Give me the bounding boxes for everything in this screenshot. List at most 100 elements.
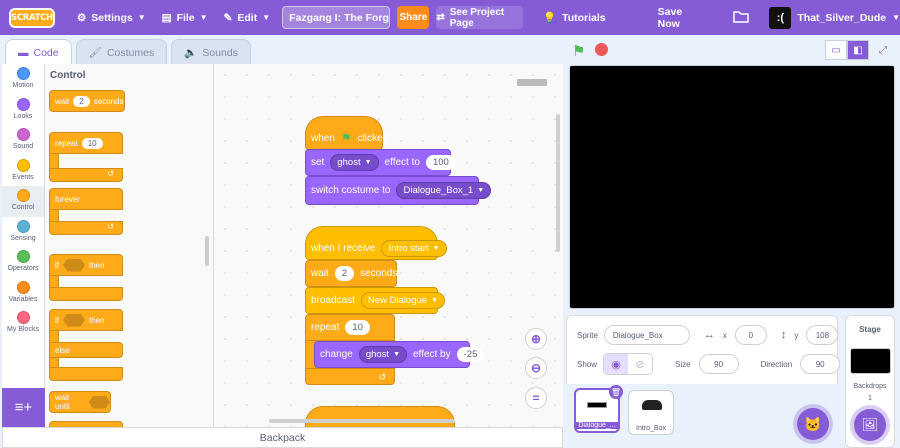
script-area[interactable]: when ⚑ clicked set ghost ▼ effect to 100 … [214, 64, 563, 427]
effect-dropdown[interactable]: ghost ▼ [330, 154, 379, 171]
save-now-button[interactable]: Save Now [658, 6, 700, 30]
set-effect-block[interactable]: set ghost ▼ effect to 100 [305, 149, 456, 176]
stage-canvas[interactable] [569, 65, 895, 309]
green-flag-icon: ⚑ [572, 43, 586, 60]
visibility-toggle: ◉ ⊘ [603, 353, 654, 375]
category-sound[interactable]: Sound [2, 125, 44, 156]
small-stage-button[interactable]: ▭ [825, 40, 847, 60]
category-looks[interactable]: Looks [2, 95, 44, 126]
caret-down-icon: ▼ [432, 244, 440, 252]
tab-costumes[interactable]: 🖌 Costumes [75, 39, 168, 65]
zoom-reset-button[interactable]: = [525, 387, 547, 409]
change-value-input[interactable]: -25 [456, 347, 485, 362]
stage-target-panel[interactable]: Stage Backdrops 1 🖼 [845, 315, 895, 448]
hide-eye-icon[interactable]: ⊘ [628, 354, 652, 374]
backpack-bar[interactable]: Backpack [2, 427, 563, 448]
palette-wait-block[interactable]: wait 2 seconds [49, 90, 125, 112]
direction-input[interactable]: 90 [800, 354, 841, 374]
sprite-name-input[interactable]: Dialogue_Box [603, 325, 690, 345]
wait-value-input[interactable]: 2 [334, 266, 355, 281]
tutorials-button[interactable]: 💡 Tutorials [543, 11, 606, 25]
category-sensing[interactable]: Sensing [2, 217, 44, 248]
stop-button[interactable] [595, 43, 608, 56]
boolean-slot[interactable] [63, 258, 85, 272]
tab-sounds[interactable]: 🔈 Sounds [171, 39, 251, 65]
palette-repeat-block[interactable]: repeat 10 [49, 132, 123, 154]
username: That_Silver_Dude [797, 11, 887, 24]
palette-scrollbar[interactable] [205, 236, 209, 266]
effect-value-input[interactable]: 100 [425, 155, 456, 170]
palette-if-else-block[interactable]: if then [49, 309, 123, 331]
stage-target-title: Stage [859, 325, 881, 334]
when-i-receive-block[interactable]: when I receive Intro start ▼ [305, 226, 447, 260]
edit-menu[interactable]: ✎ Edit ▼ [216, 0, 279, 35]
y-input[interactable]: 108 [806, 325, 839, 345]
palette-if-then-block[interactable]: if then [49, 254, 123, 276]
project-title-input[interactable]: Fazgang I: The Forgotten ... [282, 6, 391, 29]
palette-title: Control [50, 70, 86, 81]
see-project-page-button[interactable]: ⇄ See Project Page [436, 6, 523, 29]
settings-menu[interactable]: ⚙ Settings ▼ [69, 0, 154, 35]
add-extension-button[interactable]: ≡+ [2, 388, 45, 427]
direction-label: Direction [760, 359, 793, 369]
wait-block[interactable]: wait 2 seconds [305, 260, 397, 287]
costume-dropdown[interactable]: Dialogue_Box_1 ▼ [396, 182, 492, 199]
zoom-out-button[interactable]: ⊖ [525, 357, 547, 379]
x-input[interactable]: 0 [734, 325, 767, 345]
palette-forever-block[interactable]: forever [49, 188, 123, 210]
category-motion[interactable]: Motion [2, 64, 44, 95]
partial-hat-block[interactable] [305, 406, 455, 427]
block-label: if [55, 260, 59, 270]
trash-icon[interactable]: 🗑 [609, 385, 623, 399]
add-backdrop-button[interactable]: 🖼 [854, 409, 886, 441]
sprite-thumb-intro-box[interactable]: Intro_Box [628, 390, 674, 435]
category-control[interactable]: Control [2, 186, 44, 217]
repeat-value-input[interactable]: 10 [345, 320, 370, 335]
block-value[interactable]: 10 [81, 137, 103, 149]
user-avatar: :( [769, 6, 792, 29]
switch-costume-block[interactable]: switch costume to Dialogue_Box_1 ▼ [305, 176, 492, 205]
script-area-label [517, 79, 547, 86]
my-stuff-folder-icon[interactable] [733, 10, 750, 26]
equals-icon: = [532, 391, 540, 405]
repeat-block[interactable]: repeat 10 [305, 314, 395, 341]
block-value[interactable]: 2 [73, 95, 90, 107]
broadcast-dropdown[interactable]: New Dialogue ▼ [360, 292, 446, 309]
block-palette: Control wait 2 seconds repeat 10 ↺ forev… [45, 64, 214, 427]
sensing-dot-icon [16, 219, 30, 233]
code-icon: ▬ [18, 46, 29, 59]
add-sprite-button[interactable]: 🐱 [797, 408, 829, 440]
show-eye-icon[interactable]: ◉ [604, 354, 629, 374]
scratch-logo[interactable]: SCRATCH [9, 7, 55, 28]
boolean-slot[interactable] [88, 395, 110, 409]
change-effect-block[interactable]: change ghost ▼ effect by -25 [314, 341, 485, 368]
message-dropdown[interactable]: Intro start ▼ [381, 239, 447, 257]
block-label: seconds [93, 96, 124, 106]
script-horizontal-scrollbar[interactable] [269, 419, 455, 423]
tab-code[interactable]: ▬ Code [5, 39, 72, 65]
category-events[interactable]: Events [2, 156, 44, 187]
normal-stage-button[interactable]: ◧ [847, 40, 869, 60]
file-menu[interactable]: ▤ File ▼ [154, 0, 216, 35]
lightbulb-icon: 💡 [543, 12, 557, 24]
category-operators[interactable]: Operators [2, 247, 44, 278]
fullscreen-button[interactable]: ⤢ [872, 40, 894, 60]
palette-wait-until-block[interactable]: wait until [49, 391, 111, 413]
category-variables[interactable]: Variables [2, 278, 44, 309]
sprite-thumb-dialogue-box[interactable]: Dialogue_... 🗑 [574, 385, 623, 433]
when-flag-clicked-block[interactable]: when ⚑ clicked [305, 116, 388, 150]
effect-dropdown[interactable]: ghost ▼ [358, 346, 407, 363]
size-input[interactable]: 90 [698, 354, 739, 374]
account-menu[interactable]: :( That_Silver_Dude ▼ [769, 6, 900, 29]
broadcast-block[interactable]: broadcast New Dialogue ▼ [305, 287, 446, 314]
green-flag-button[interactable]: ⚑ [572, 42, 585, 60]
caret-down-icon: ▼ [892, 13, 900, 22]
sprite-thumb-label: Intro_Box [636, 425, 666, 432]
category-my-blocks[interactable]: My Blocks [2, 308, 44, 339]
sprite-label: Sprite [577, 330, 598, 340]
script-vertical-scrollbar[interactable] [556, 114, 560, 252]
share-button[interactable]: Share [397, 6, 430, 29]
boolean-slot[interactable] [63, 313, 85, 327]
file-icon: ▤ [161, 11, 172, 24]
zoom-in-button[interactable]: ⊕ [525, 328, 547, 350]
